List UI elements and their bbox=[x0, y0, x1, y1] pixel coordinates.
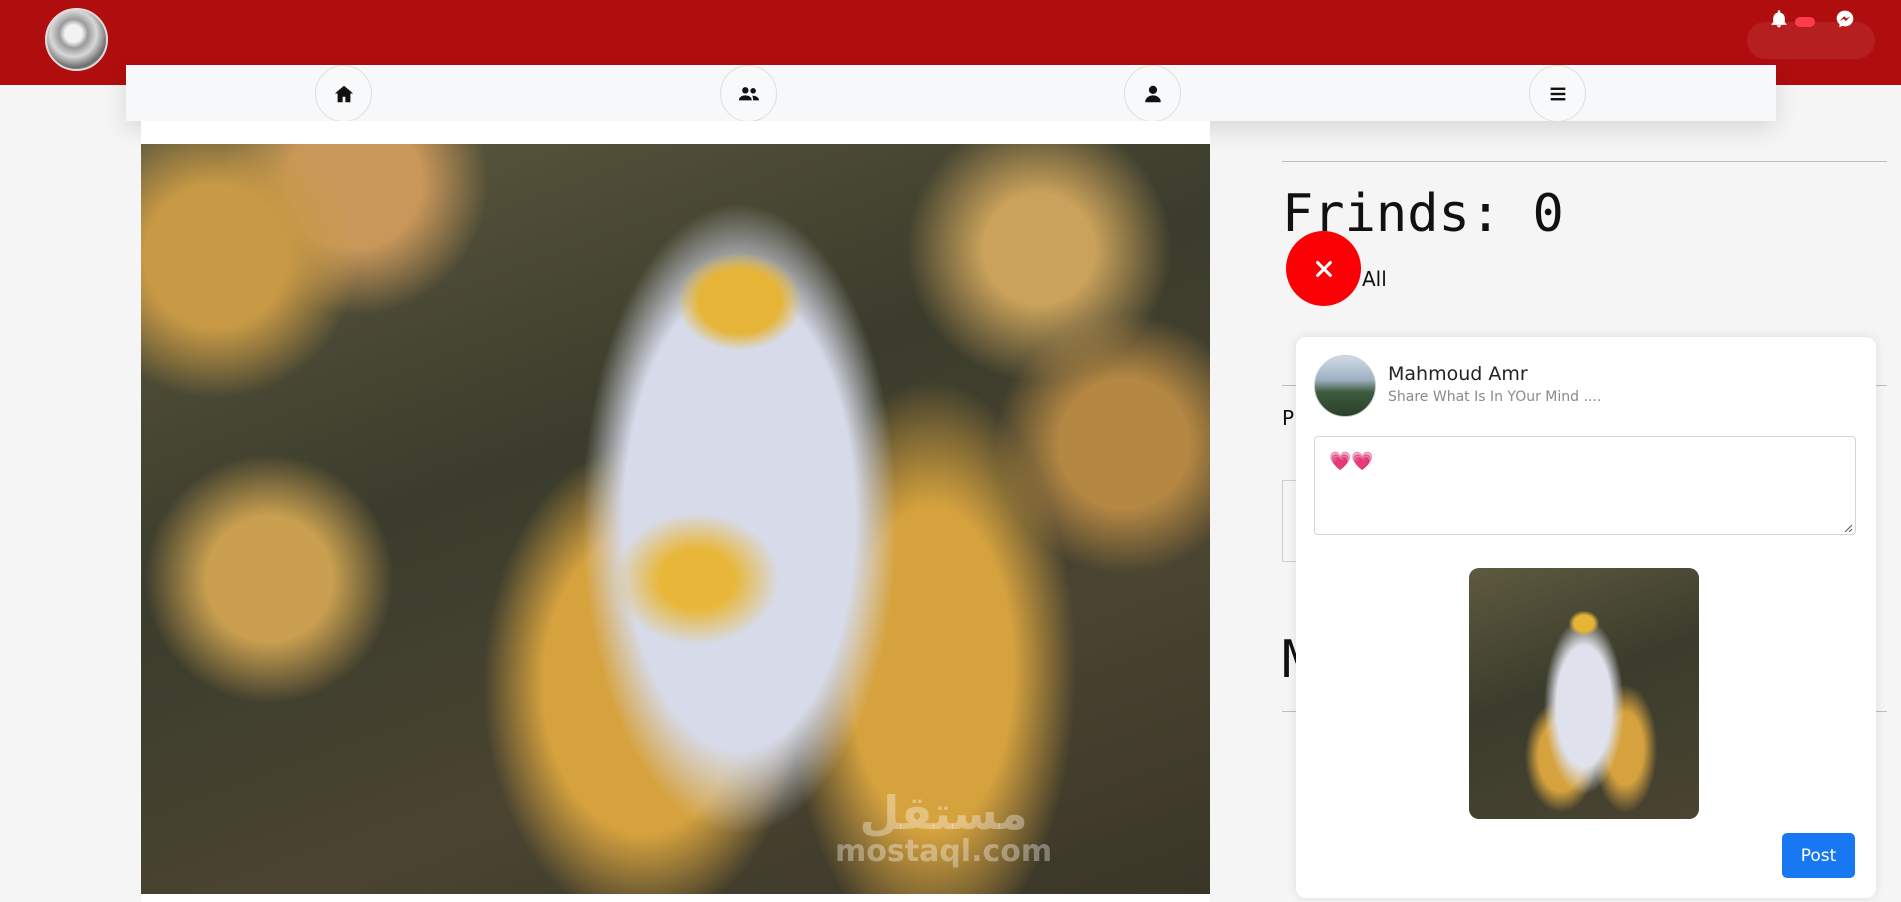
bell-icon[interactable] bbox=[1766, 6, 1792, 32]
post-text-input[interactable]: 💗💗 bbox=[1314, 436, 1856, 535]
sidebar-box bbox=[1282, 480, 1296, 562]
nav-friends-button[interactable] bbox=[720, 65, 777, 122]
watermark: مستقل mostaql.com bbox=[835, 790, 1052, 868]
users-icon bbox=[738, 86, 759, 100]
avatar bbox=[1314, 355, 1376, 417]
all-friends-link[interactable]: All bbox=[1362, 267, 1387, 291]
nav-profile-button[interactable] bbox=[1124, 65, 1181, 122]
close-button[interactable] bbox=[1286, 231, 1361, 306]
home-icon bbox=[334, 85, 353, 102]
logo-avatar[interactable] bbox=[45, 8, 108, 71]
watermark-url: mostaql.com bbox=[835, 834, 1053, 869]
close-icon bbox=[1315, 260, 1332, 277]
nav-home-button[interactable] bbox=[315, 65, 372, 122]
resize-grip-icon[interactable] bbox=[1843, 523, 1853, 533]
post-image[interactable] bbox=[141, 144, 1210, 894]
user-icon bbox=[1144, 85, 1161, 102]
sidebar-section-label: P bbox=[1282, 406, 1295, 430]
post-image-preview bbox=[1469, 568, 1699, 819]
user-subtitle: Share What Is In YOur Mind .... bbox=[1388, 389, 1602, 405]
user-name: Mahmoud Amr bbox=[1388, 363, 1528, 385]
messenger-icon[interactable] bbox=[1832, 6, 1858, 32]
watermark-arabic: مستقل bbox=[859, 786, 1028, 840]
post-button[interactable]: Post bbox=[1782, 833, 1855, 878]
menu-icon bbox=[1550, 87, 1565, 100]
nav-menu-button[interactable] bbox=[1529, 65, 1586, 122]
sidebar-divider bbox=[1282, 161, 1887, 162]
notification-badge bbox=[1795, 17, 1815, 27]
